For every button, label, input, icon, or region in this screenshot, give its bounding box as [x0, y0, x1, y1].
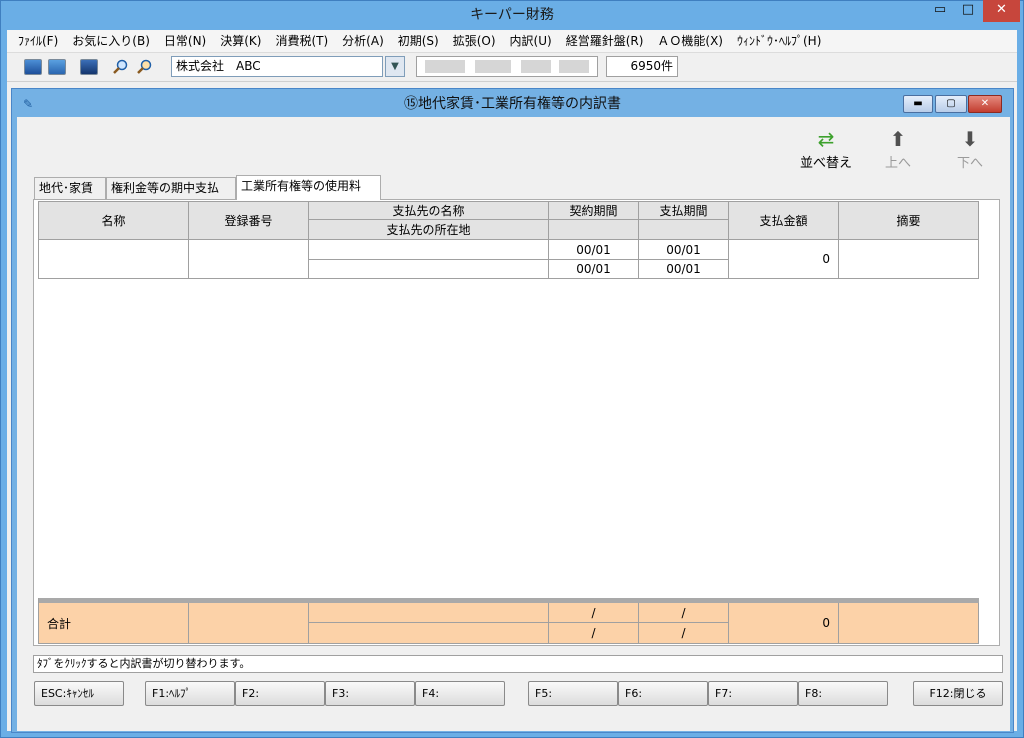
total-payment-amount: 0: [729, 603, 839, 644]
sort-label: 並べ替え: [799, 156, 852, 171]
cell-contract-from[interactable]: 00/01: [549, 240, 639, 260]
cell-memo[interactable]: [839, 240, 979, 279]
company-select[interactable]: 株式会社 ABC: [171, 56, 383, 77]
menu-window-help[interactable]: ｳｨﾝﾄﾞｳ･ﾍﾙﾌﾟ(H): [730, 30, 828, 52]
f4-button[interactable]: F4:: [415, 681, 505, 706]
save-icon[interactable]: [48, 59, 66, 75]
f12-close-button[interactable]: F12:閉じる: [913, 681, 1003, 706]
menu-extension[interactable]: 拡張(O): [446, 30, 503, 52]
header-contract-period[interactable]: 契約期間: [549, 202, 639, 220]
menu-breakdown[interactable]: 内訳(U): [503, 30, 559, 52]
f1-help-button[interactable]: F1:ﾍﾙﾌﾟ: [145, 681, 235, 706]
menu-consumption-tax[interactable]: 消費税(T): [268, 30, 335, 52]
cell-contract-to[interactable]: 00/01: [549, 260, 639, 279]
header-memo[interactable]: 摘要: [839, 202, 979, 240]
move-up-button[interactable]: ⬆ 上へ: [868, 126, 928, 172]
total-contract-to: /: [549, 623, 639, 644]
total-payee-name: [309, 603, 549, 623]
close-button[interactable]: ✕: [983, 0, 1020, 22]
menu-file[interactable]: ﾌｧｲﾙ(F): [11, 30, 65, 52]
total-label: 合計: [39, 603, 189, 644]
cell-name[interactable]: [39, 240, 189, 279]
record-count: 6950件: [606, 56, 678, 77]
menu-analysis[interactable]: 分析(A): [335, 30, 391, 52]
menu-daily[interactable]: 日常(N): [157, 30, 213, 52]
cell-payee-name[interactable]: [309, 240, 549, 260]
inner-close-button[interactable]: ✕: [968, 95, 1002, 113]
total-memo: [839, 603, 979, 644]
f6-button[interactable]: F6:: [618, 681, 708, 706]
cell-registration-number[interactable]: [189, 240, 309, 279]
total-payment-to: /: [639, 623, 729, 644]
arrow-down-icon: ⬇: [961, 127, 979, 151]
status-message: ﾀﾌﾞをｸﾘｯｸすると内訳書が切り替わります。: [33, 655, 1003, 673]
f8-button[interactable]: F8:: [798, 681, 888, 706]
sort-button[interactable]: ⇄ 並べ替え: [796, 126, 856, 172]
move-down-button[interactable]: ⬇ 下へ: [940, 126, 1000, 172]
cell-payment-from[interactable]: 00/01: [639, 240, 729, 260]
total-payment-from: /: [639, 603, 729, 623]
move-up-label: 上へ: [884, 156, 911, 171]
total-contract-from: /: [549, 603, 639, 623]
esc-cancel-button[interactable]: ESC:ｷｬﾝｾﾙ: [34, 681, 124, 706]
header-payment-period[interactable]: 支払期間: [639, 202, 729, 220]
breakdown-window-title: ⑮地代家賃･工業所有権等の内訳書: [404, 96, 621, 112]
header-registration-number[interactable]: 登録番号: [189, 202, 309, 240]
cell-payee-address[interactable]: [309, 260, 549, 279]
arrow-up-icon: ⬆: [889, 127, 907, 151]
header-payee-address[interactable]: 支払先の所在地: [309, 220, 549, 240]
menu-ao-functions[interactable]: ＡＯ機能(X): [650, 30, 730, 52]
inner-minimize-button[interactable]: ▬: [903, 95, 933, 113]
tab-rent[interactable]: 地代･家賃: [34, 177, 106, 199]
menu-compass[interactable]: 経営羅針盤(R): [559, 30, 651, 52]
header-contract-period-sub: [549, 220, 639, 240]
move-down-label: 下へ: [956, 156, 983, 171]
f3-button[interactable]: F3:: [325, 681, 415, 706]
cell-payment-amount[interactable]: 0: [729, 240, 839, 279]
header-payment-period-sub: [639, 220, 729, 240]
header-payment-amount[interactable]: 支払金額: [729, 202, 839, 240]
computer-icon[interactable]: [24, 59, 42, 75]
window-title: キーパー財務: [470, 7, 554, 23]
chevron-down-icon[interactable]: ▼: [385, 56, 405, 77]
f2-button[interactable]: F2:: [235, 681, 325, 706]
menu-bar: ﾌｧｲﾙ(F) お気に入り(B) 日常(N) 決算(K) 消費税(T) 分析(A…: [7, 30, 1017, 52]
f5-button[interactable]: F5:: [528, 681, 618, 706]
tab-industrial-property-fees[interactable]: 工業所有権等の使用料: [236, 175, 381, 200]
menu-settlement[interactable]: 決算(K): [213, 30, 268, 52]
minimize-button[interactable]: ▭: [926, 0, 954, 22]
total-registration-number: [189, 603, 309, 644]
total-payee-address: [309, 623, 549, 644]
menu-favorites[interactable]: お気に入り(B): [65, 30, 157, 52]
image-icon[interactable]: [80, 59, 98, 75]
sort-icon: ⇄: [817, 127, 835, 151]
menu-initial[interactable]: 初期(S): [391, 30, 446, 52]
redacted-field: [416, 56, 598, 77]
zoom-out-icon[interactable]: [136, 59, 154, 75]
header-payee-name[interactable]: 支払先の名称: [309, 202, 549, 220]
tab-key-money[interactable]: 権利金等の期中支払: [106, 177, 236, 199]
maximize-button[interactable]: □: [954, 0, 982, 22]
zoom-in-icon[interactable]: [112, 59, 130, 75]
f7-button[interactable]: F7:: [708, 681, 798, 706]
cell-payment-to[interactable]: 00/01: [639, 260, 729, 279]
inner-maximize-button[interactable]: ▢: [935, 95, 967, 113]
header-name[interactable]: 名称: [39, 202, 189, 240]
